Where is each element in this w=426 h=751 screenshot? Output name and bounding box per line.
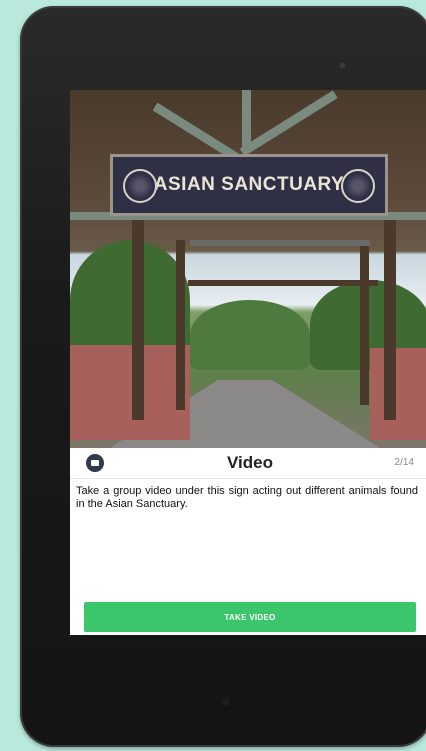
post-inner-right (360, 240, 369, 405)
challenge-description: Take a group video under this sign actin… (76, 485, 418, 510)
sign-emblem-left-icon (123, 169, 157, 203)
post-inner-left (176, 240, 185, 410)
tablet-frame: ASIAN SANCTUARY Video 2/14 Take a group … (20, 6, 426, 747)
sign-text: ASIAN SANCTUARY (153, 174, 345, 195)
wall-left (70, 345, 190, 440)
challenge-progress: 2/14 (394, 457, 414, 468)
challenge-type-title: Video (227, 453, 273, 472)
sign-emblem-right-icon (341, 169, 375, 203)
beam-lower (190, 240, 370, 246)
challenge-photo: ASIAN SANCTUARY (70, 90, 426, 448)
app-screen: ASIAN SANCTUARY Video 2/14 Take a group … (70, 90, 426, 635)
trees-left (70, 240, 190, 360)
post-left (132, 220, 144, 420)
sanctuary-sign: ASIAN SANCTUARY (110, 154, 388, 216)
trees-center (190, 300, 310, 370)
wall-right (370, 348, 426, 440)
home-sensor (222, 698, 230, 706)
front-camera (338, 61, 347, 70)
beam-center (242, 90, 251, 150)
post-right (384, 220, 396, 420)
challenge-card: Video 2/14 Take a group video under this… (70, 448, 426, 635)
card-header: Video 2/14 (70, 448, 426, 479)
beam-diagonal-right (239, 90, 338, 157)
beam-lintel (188, 280, 378, 286)
take-video-button[interactable]: TAKE VIDEO (84, 602, 416, 632)
